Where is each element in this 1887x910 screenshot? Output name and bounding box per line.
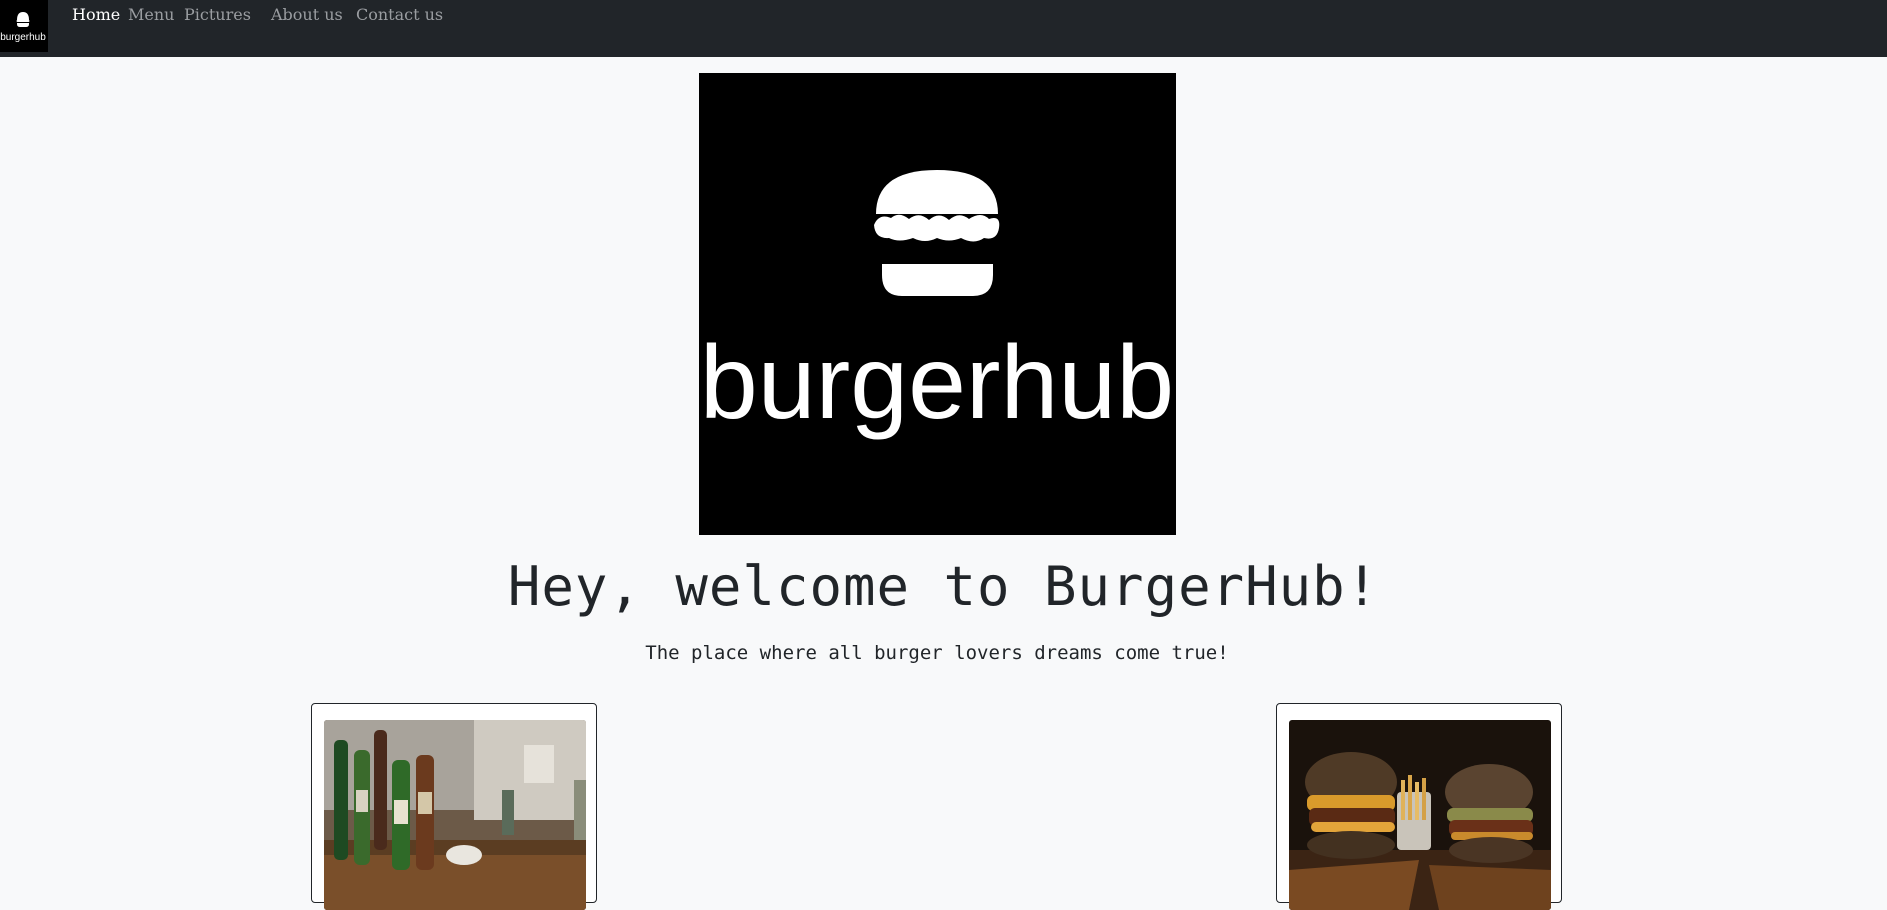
nav-link-about-us[interactable]: About us xyxy=(271,5,343,24)
nav-link-pictures[interactable]: Pictures xyxy=(184,5,251,24)
hero-logo: burgerhub xyxy=(699,73,1176,535)
card-image xyxy=(324,720,586,910)
navbar: burgerhub Home Menu Pictures About us Co… xyxy=(0,0,1887,57)
burger-logo-icon: burgerhub xyxy=(0,12,46,43)
picture-card[interactable] xyxy=(1276,703,1562,910)
nav-link-contact-us[interactable]: Contact us xyxy=(356,5,443,24)
hero-logo-text: burgerhub xyxy=(700,325,1174,441)
navbar-logo-text: burgerhub xyxy=(0,32,46,43)
page-subtitle: The place where all burger lovers dreams… xyxy=(645,642,1229,664)
burgers-fries-photo xyxy=(1289,720,1551,910)
page-title: Hey, welcome to BurgerHub! xyxy=(507,555,1380,618)
nav-link-menu[interactable]: Menu xyxy=(128,5,174,24)
navbar-logo[interactable]: burgerhub xyxy=(0,0,48,52)
card-image xyxy=(1289,720,1551,910)
picture-card[interactable] xyxy=(311,703,597,910)
nav-link-home[interactable]: Home xyxy=(72,5,120,24)
beer-bottles-photo xyxy=(324,720,586,910)
burger-logo-large-icon: burgerhub xyxy=(700,170,1174,441)
